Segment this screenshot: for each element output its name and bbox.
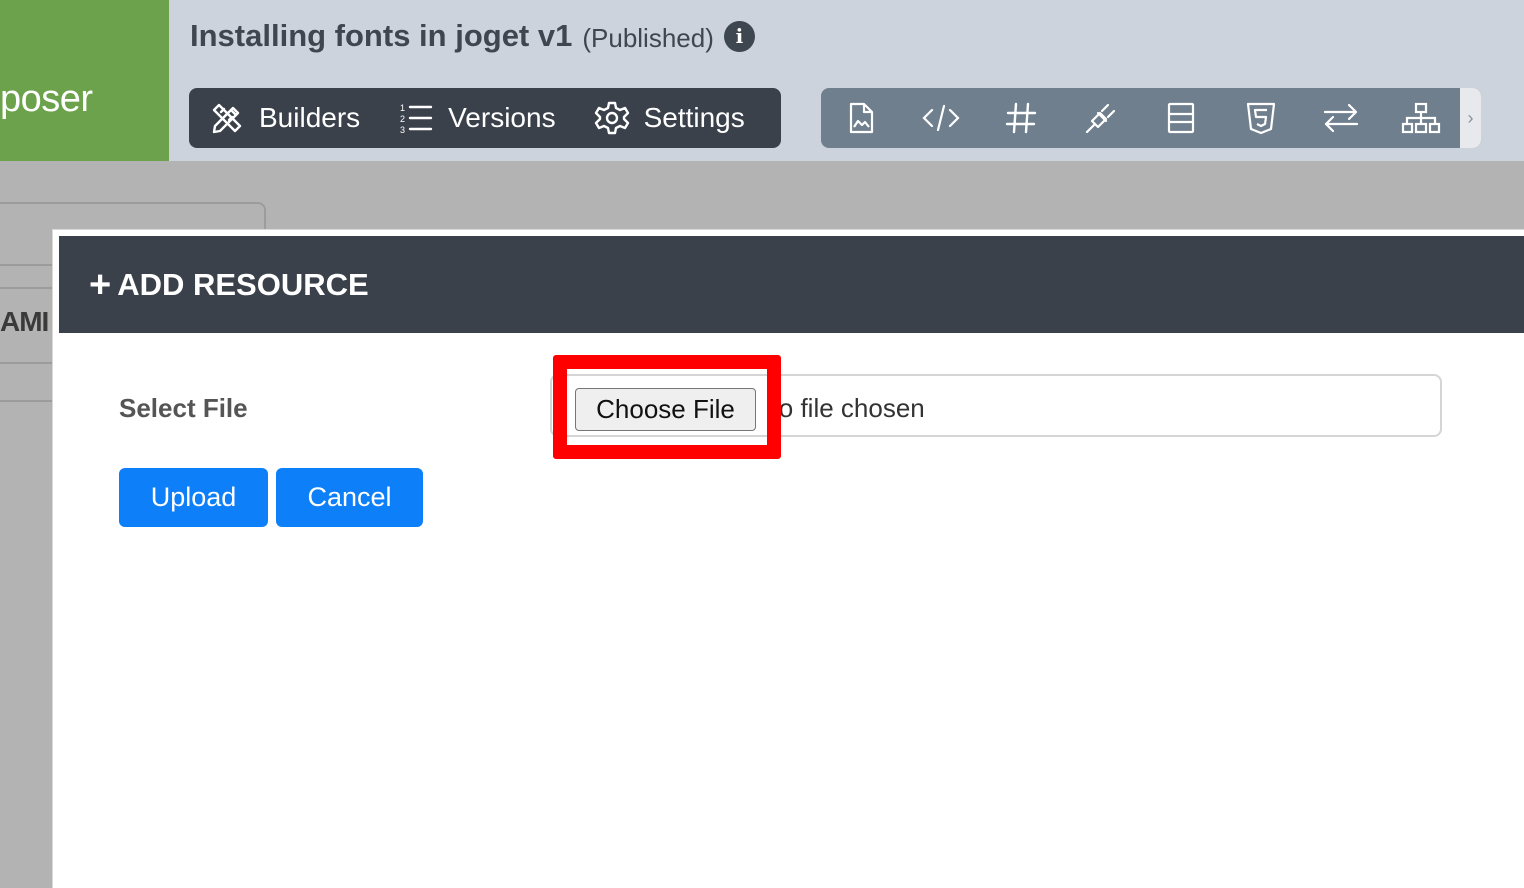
add-resource-dialog: + ADD RESOURCE Select File Choose File l… [52,229,1524,888]
hashtag-icon [1005,102,1037,134]
cancel-button[interactable]: Cancel [276,468,423,527]
file-status-text: lo file chosen [773,393,925,423]
background-column-header: AMI [0,306,49,337]
plus-icon: + [89,263,112,306]
choose-file-button[interactable]: Choose File [575,388,756,431]
svg-text:1: 1 [400,103,405,113]
tool-exchange[interactable] [1321,98,1361,138]
top-header: poser Installing fonts in joget v1 (Publ… [0,0,1524,161]
tool-layout-rows[interactable] [1161,98,1201,138]
brand-label: poser [0,78,93,120]
background-divider [0,362,56,364]
app-title-row: Installing fonts in joget v1 (Published)… [190,18,755,54]
plug-icon [1085,103,1116,134]
background-divider [0,287,56,289]
sitemap-icon [1401,102,1441,134]
app-title: Installing fonts in joget v1 [190,18,573,53]
nav-builders[interactable]: Builders [209,100,360,136]
svg-text:3: 3 [400,125,405,135]
dialog-title: + ADD RESOURCE [89,266,369,304]
info-circle-icon[interactable]: i [723,20,755,52]
nav-settings-label: Settings [643,102,745,133]
tool-code[interactable] [921,98,961,138]
main-nav: Builders 1 2 3 Versions Settings [189,88,781,148]
svg-text:2: 2 [400,114,405,124]
app-status: (Published) [582,22,714,53]
dialog-header: + ADD RESOURCE [59,236,1524,333]
tool-sitemap[interactable] [1401,98,1441,138]
select-file-label: Select File [119,393,248,423]
tool-hashtag[interactable] [1001,98,1041,138]
file-image-icon [849,102,874,134]
numbered-list-icon: 1 2 3 [400,103,433,135]
tools-scroll-right[interactable]: › [1460,88,1481,148]
tool-bar: › [821,88,1481,148]
brand-panel[interactable]: poser [0,0,169,161]
tool-html5[interactable] [1241,98,1281,138]
nav-settings[interactable]: Settings [594,100,745,136]
upload-button[interactable]: Upload [119,468,268,527]
background-divider [0,264,56,266]
tool-file-image[interactable] [841,98,881,138]
dialog-title-text: ADD RESOURCE [117,266,369,302]
exchange-arrows-icon [1323,103,1359,133]
nav-builders-label: Builders [259,102,361,133]
nav-versions[interactable]: 1 2 3 Versions [398,100,555,136]
pencil-ruler-icon [212,103,242,134]
html5-icon [1246,102,1276,135]
nav-versions-label: Versions [448,102,556,133]
gear-icon [594,101,629,135]
layout-rows-icon [1167,102,1195,134]
tool-plug[interactable] [1081,98,1121,138]
code-icon [922,104,960,132]
